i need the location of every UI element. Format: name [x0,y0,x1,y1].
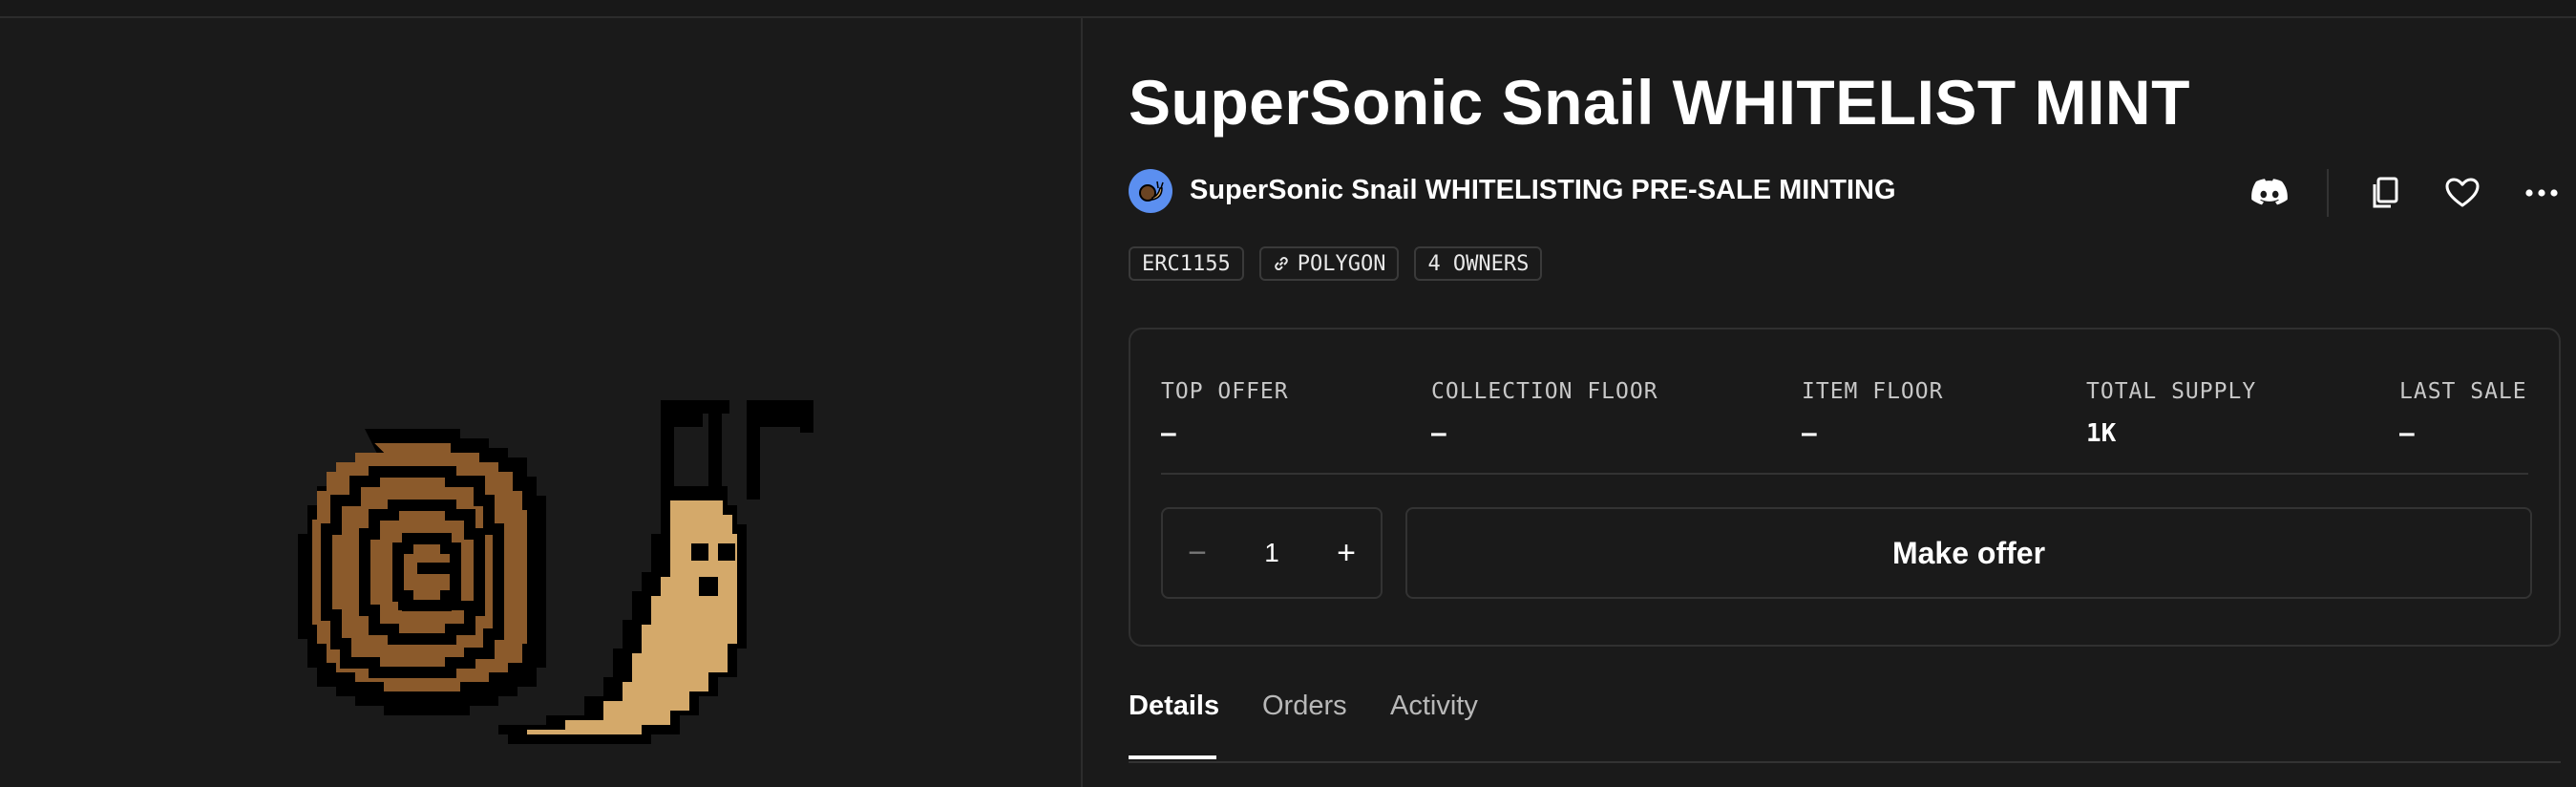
tab-activity[interactable]: Activity [1390,687,1478,759]
top-border [0,0,2576,18]
item-title: SuperSonic Snail WHITELIST MINT [1129,67,2190,138]
panel-divider [1161,473,2528,475]
stat-value: – [2399,419,2415,448]
quantity-stepper: − 1 + [1161,507,1383,599]
tab-details[interactable]: Details [1129,687,1219,759]
item-tags: ERC1155 POLYGON 4 OWNERS [1129,246,1543,281]
chain-label: POLYGON [1297,251,1386,276]
discord-button[interactable] [2248,171,2291,215]
link-icon [1274,257,1288,270]
stat-value: – [1161,419,1176,448]
quantity-value[interactable]: 1 [1232,509,1312,597]
owners-badge[interactable]: 4 OWNERS [1414,246,1543,281]
copy-button[interactable] [2362,171,2406,215]
stat-label: COLLECTION FLOOR [1431,379,1658,404]
detail-tabs: Details Orders Activity [1129,687,2561,763]
owners-label: 4 OWNERS [1427,251,1530,276]
media-pane [0,18,1081,787]
stat-label: TOTAL SUPPLY [2086,379,2257,404]
increment-button[interactable]: + [1312,509,1381,597]
make-offer-button[interactable]: Make offer [1405,507,2532,599]
token-standard-label: ERC1155 [1142,251,1231,276]
stat-label: ITEM FLOOR [1802,379,1944,404]
nft-image [298,400,813,744]
active-tab-indicator [1129,755,1216,759]
stat-label: TOP OFFER [1161,379,1289,404]
more-button[interactable] [2520,171,2564,215]
stat-last-sale: LAST SALE – [2399,379,2527,448]
decrement-button[interactable]: − [1163,509,1232,597]
actions-divider [2327,169,2329,217]
pane-divider [1081,18,1083,787]
token-standard-badge: ERC1155 [1129,246,1244,281]
stat-value: – [1802,419,1817,448]
stat-label: LAST SALE [2399,379,2527,404]
more-icon [2525,189,2558,197]
stat-value: 1K [2086,419,2117,448]
stat-collection-floor: COLLECTION FLOOR – [1431,379,1658,448]
stat-total-supply: TOTAL SUPPLY 1K [2086,379,2256,448]
chain-badge[interactable]: POLYGON [1258,246,1400,281]
stat-item-floor: ITEM FLOOR – [1802,379,1943,448]
favorite-button[interactable] [2440,171,2484,215]
item-actions [1129,169,2564,217]
pricing-panel: TOP OFFER – COLLECTION FLOOR – ITEM FLOO… [1129,328,2561,647]
heart-icon [2445,178,2480,207]
tab-label: Details [1129,691,1220,721]
tab-orders[interactable]: Orders [1262,687,1347,759]
stat-value: – [1431,419,1446,448]
copy-icon [2373,177,2398,208]
stat-top-offer: TOP OFFER – [1161,379,1289,448]
discord-icon [2251,179,2288,205]
